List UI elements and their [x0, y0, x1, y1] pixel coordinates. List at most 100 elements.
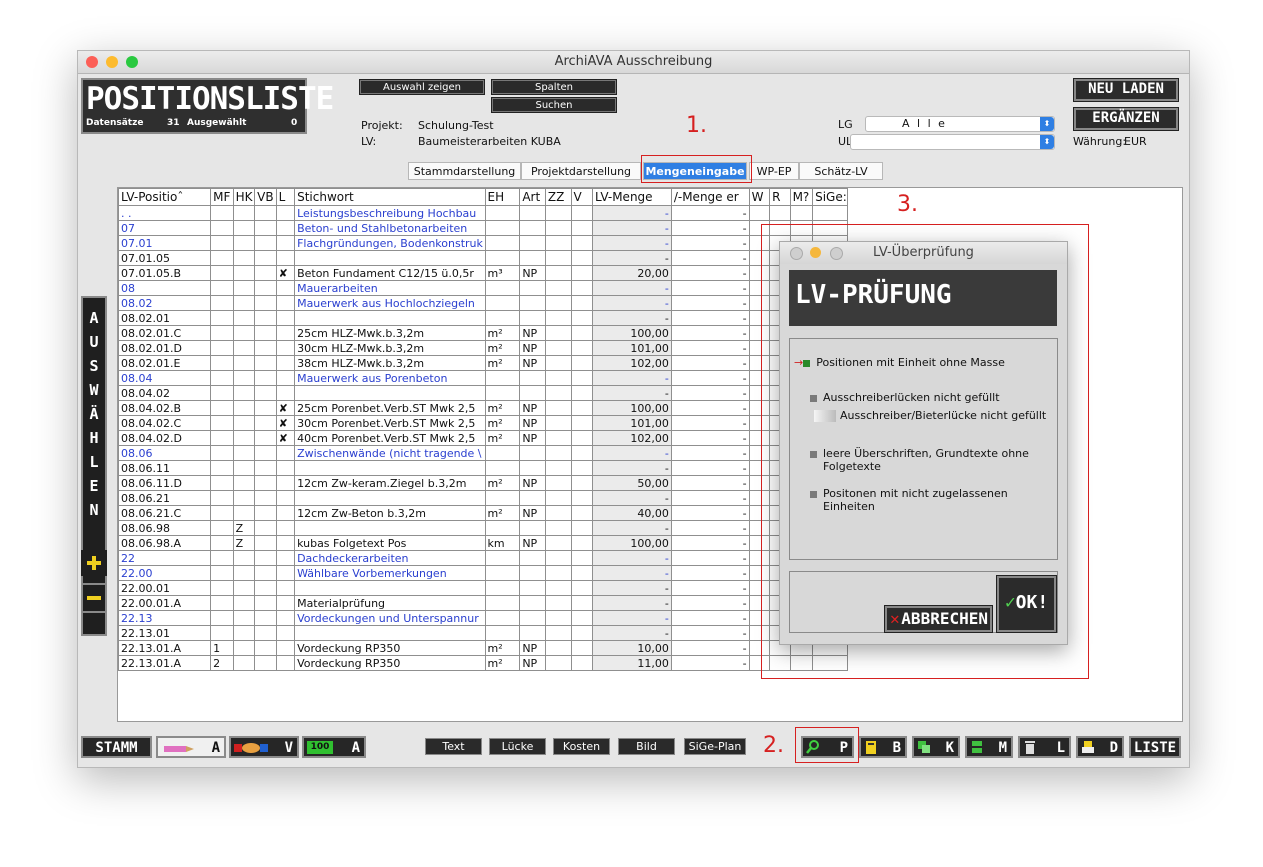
- cell-art[interactable]: [519, 385, 546, 401]
- cell-eh[interactable]: [484, 445, 521, 461]
- option-nicht-zugelassene-einheiten[interactable]: Positonen mit nicht zugelassenen Einheit…: [810, 487, 1050, 513]
- cell-eh[interactable]: [484, 295, 521, 311]
- cell-mf[interactable]: [210, 580, 234, 596]
- b-button[interactable]: B: [859, 736, 907, 758]
- cell-l[interactable]: [275, 295, 296, 311]
- cell-vb[interactable]: [254, 205, 277, 221]
- cell-menge-er[interactable]: -: [670, 295, 750, 311]
- suchen-button[interactable]: Suchen: [491, 97, 617, 113]
- cell-position[interactable]: 22: [118, 550, 212, 566]
- cell-stichwort[interactable]: 25cm HLZ-Mwk.b.3,2m: [294, 325, 486, 341]
- cell-stichwort[interactable]: kubas Folgetext Pos: [294, 535, 486, 551]
- option-leere-ueberschriften[interactable]: leere Überschriften, Grundtexte ohne Fol…: [810, 447, 1050, 473]
- m-button[interactable]: M: [965, 736, 1013, 758]
- cell-mf[interactable]: [210, 235, 234, 251]
- cell-vb[interactable]: [254, 490, 277, 506]
- cell-l[interactable]: ✘: [275, 400, 296, 416]
- cell-l[interactable]: [275, 280, 296, 296]
- cell-zz[interactable]: [544, 655, 572, 671]
- cell-v[interactable]: [570, 265, 593, 281]
- cell-m[interactable]: [789, 205, 814, 221]
- table-row[interactable]: 08.02.01 - -: [118, 310, 848, 326]
- cell-menge-er[interactable]: -: [670, 325, 750, 341]
- cell-art[interactable]: [519, 370, 546, 386]
- cell-hk[interactable]: [232, 610, 256, 626]
- cell-menge-er[interactable]: -: [670, 640, 750, 656]
- cell-zz[interactable]: [544, 475, 572, 491]
- cell-position[interactable]: 08.04.02: [118, 385, 212, 401]
- table-row[interactable]: 08.06.21 - -: [118, 490, 848, 506]
- cell-zz[interactable]: [544, 460, 572, 476]
- cell-mf[interactable]: [210, 445, 234, 461]
- cell-vb[interactable]: [254, 565, 277, 581]
- cell-menge-er[interactable]: -: [670, 310, 750, 326]
- l-delete-button[interactable]: L: [1018, 736, 1071, 758]
- cell-mf[interactable]: [210, 430, 234, 446]
- minimize-window-button[interactable]: [106, 56, 118, 68]
- table-row[interactable]: 08.06.98 Z - -: [118, 520, 848, 536]
- a-100-button[interactable]: 100 A: [302, 736, 366, 758]
- cell-stichwort[interactable]: 38cm HLZ-Mwk.b.3,2m: [294, 355, 486, 371]
- ok-button[interactable]: ✓OK!: [996, 575, 1057, 633]
- cell-v[interactable]: [570, 250, 593, 266]
- cell-zz[interactable]: [544, 265, 572, 281]
- cell-vb[interactable]: [254, 295, 277, 311]
- cell-mf[interactable]: [210, 340, 234, 356]
- cell-stichwort[interactable]: [294, 625, 486, 641]
- close-window-button[interactable]: [86, 56, 98, 68]
- table-row[interactable]: 08.04.02.D ✘ 40cm Porenbet.Verb.ST Mwk 2,5…: [118, 430, 848, 446]
- cell-zz[interactable]: [544, 580, 572, 596]
- cell-w[interactable]: [748, 205, 771, 221]
- d-print-button[interactable]: D: [1076, 736, 1124, 758]
- cell-vb[interactable]: [254, 385, 277, 401]
- cell-mf[interactable]: [210, 250, 234, 266]
- cell-menge-er[interactable]: -: [670, 205, 750, 221]
- cell-lv-menge[interactable]: 101,00: [592, 340, 672, 356]
- cell-v[interactable]: [570, 400, 593, 416]
- cell-position[interactable]: 08.04: [118, 370, 212, 386]
- cell-mf[interactable]: 1: [210, 640, 234, 656]
- col-header-mf[interactable]: MF: [210, 188, 234, 206]
- cell-position[interactable]: 08.06: [118, 445, 212, 461]
- cell-l[interactable]: [275, 250, 296, 266]
- cell-lv-menge[interactable]: -: [592, 610, 672, 626]
- cell-art[interactable]: [519, 565, 546, 581]
- cell-zz[interactable]: [544, 610, 572, 626]
- dialog-minimize-button[interactable]: [810, 247, 821, 258]
- cell-art[interactable]: NP: [519, 415, 546, 431]
- cell-position[interactable]: 08.06.98: [118, 520, 212, 536]
- cell-menge-er[interactable]: -: [670, 655, 750, 671]
- cell-v[interactable]: [570, 520, 593, 536]
- cell-hk[interactable]: [232, 265, 256, 281]
- cell-hk[interactable]: [232, 625, 256, 641]
- cell-mf[interactable]: [210, 220, 234, 236]
- cell-eh[interactable]: [484, 205, 521, 221]
- cell-v[interactable]: [570, 370, 593, 386]
- cell-hk[interactable]: [232, 235, 256, 251]
- cell-hk[interactable]: [232, 415, 256, 431]
- cell-position[interactable]: 22.13.01: [118, 625, 212, 641]
- cell-stichwort[interactable]: 30cm Porenbet.Verb.ST Mwk 2,5: [294, 415, 486, 431]
- cell-l[interactable]: ✘: [275, 415, 296, 431]
- table-row[interactable]: 08 Mauerarbeiten - -: [118, 280, 848, 296]
- cell-stichwort[interactable]: 30cm HLZ-Mwk.b.3,2m: [294, 340, 486, 356]
- cell-position[interactable]: 08.06.11: [118, 460, 212, 476]
- cell-l[interactable]: [275, 385, 296, 401]
- cell-eh[interactable]: m²: [484, 400, 521, 416]
- cell-lv-menge[interactable]: -: [592, 370, 672, 386]
- plus-button[interactable]: [81, 550, 107, 576]
- cell-art[interactable]: NP: [519, 475, 546, 491]
- cell-hk[interactable]: [232, 490, 256, 506]
- cell-menge-er[interactable]: -: [670, 520, 750, 536]
- cell-vb[interactable]: [254, 250, 277, 266]
- cell-lv-menge[interactable]: 20,00: [592, 265, 672, 281]
- cell-menge-er[interactable]: -: [670, 370, 750, 386]
- cell-stichwort[interactable]: Dachdeckerarbeiten: [294, 550, 486, 566]
- cell-eh[interactable]: m²: [484, 640, 521, 656]
- cell-zz[interactable]: [544, 640, 572, 656]
- cell-eh[interactable]: [484, 220, 521, 236]
- cell-lv-menge[interactable]: 102,00: [592, 355, 672, 371]
- cell-l[interactable]: ✘: [275, 430, 296, 446]
- cell-l[interactable]: [275, 370, 296, 386]
- cell-eh[interactable]: m²: [484, 475, 521, 491]
